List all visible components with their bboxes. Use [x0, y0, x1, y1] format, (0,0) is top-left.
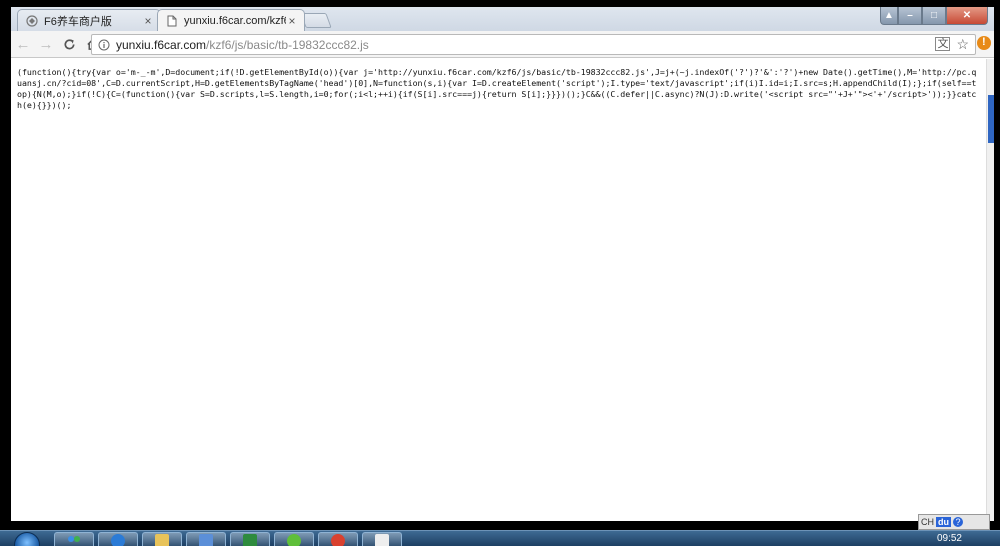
omnibox-actions: 文 ☆ — [935, 37, 969, 51]
taskbar-app-3[interactable] — [186, 532, 226, 546]
address-bar[interactable]: yunxiu.f6car.com/kzf6/js/basic/tb-19832c… — [91, 34, 976, 55]
taskbar-app-ie[interactable] — [98, 532, 138, 546]
browser-toolbar: ← → yunxiu.f6car.com/kzf6/js/basic/tb-19… — [11, 31, 994, 58]
system-clock[interactable]: 09:52 — [937, 533, 962, 544]
tab-close-icon[interactable]: × — [142, 14, 154, 28]
help-icon[interactable]: ? — [953, 517, 963, 527]
ime-toolbar[interactable]: CH du ? — [918, 514, 990, 530]
wechat-icon — [287, 534, 301, 546]
page-content: (function(){try{var o='m-_-m',D=document… — [11, 59, 986, 521]
extension-badge-label: ! — [982, 36, 986, 48]
ime-language[interactable]: CH — [921, 517, 934, 527]
maximize-button[interactable]: □ — [922, 7, 946, 25]
excel-icon — [243, 534, 257, 546]
tab-f6-merchant[interactable]: F6养车商户版 × — [17, 9, 161, 31]
extension-alert-icon[interactable]: ! — [976, 35, 994, 53]
windows-taskbar: 09:52 — [0, 530, 1000, 546]
forward-button[interactable]: → — [35, 33, 57, 55]
folder-icon — [155, 534, 169, 546]
tab-strip: F6养车商户版 × yunxiu.f6car.com/kzf6/ × ▲ – □… — [11, 7, 994, 31]
tab-label: F6养车商户版 — [44, 15, 112, 28]
taskbar-app-chrome[interactable] — [318, 532, 358, 546]
close-window-button[interactable]: ✕ — [946, 7, 988, 25]
baidu-ime-icon[interactable]: du — [936, 517, 951, 527]
chrome-icon — [331, 534, 345, 546]
tab-label: yunxiu.f6car.com/kzf6/ — [184, 14, 286, 27]
bookmark-star-icon[interactable]: ☆ — [956, 37, 969, 51]
app-icon — [199, 534, 213, 546]
js-source-text: (function(){try{var o='m-_-m',D=document… — [17, 67, 977, 110]
tab-close-icon[interactable]: × — [286, 14, 298, 28]
back-button[interactable]: ← — [12, 33, 34, 55]
browser-window: F6养车商户版 × yunxiu.f6car.com/kzf6/ × ▲ – □… — [11, 7, 994, 521]
taskbar-app-wechat[interactable] — [274, 532, 314, 546]
url-path: /kzf6/js/basic/tb-19832ccc82.js — [206, 37, 369, 52]
users-icon — [66, 534, 82, 546]
page-info-icon[interactable] — [98, 39, 110, 51]
taskbar-app-excel[interactable] — [230, 532, 270, 546]
taskbar-app-explorer[interactable] — [142, 532, 182, 546]
taskbar-app-users[interactable] — [54, 532, 94, 546]
reload-icon — [64, 38, 75, 49]
site-favicon-icon — [26, 14, 38, 27]
url-host: yunxiu.f6car.com — [116, 37, 207, 52]
document-icon — [166, 15, 178, 27]
minimize-button[interactable]: – — [898, 7, 922, 25]
reload-button[interactable] — [58, 33, 80, 55]
start-button[interactable] — [14, 532, 40, 546]
tab-js-file[interactable]: yunxiu.f6car.com/kzf6/ × — [157, 9, 305, 31]
user-profile-button[interactable]: ▲ — [880, 7, 898, 25]
translate-icon[interactable]: 文 — [935, 37, 951, 51]
vertical-scrollbar[interactable] — [986, 59, 994, 521]
internet-explorer-icon — [111, 534, 125, 546]
window-controls: ▲ – □ ✕ — [880, 7, 988, 25]
app-icon — [375, 534, 389, 546]
scrollbar-thumb[interactable] — [988, 95, 994, 143]
taskbar-app-7[interactable] — [362, 532, 402, 546]
